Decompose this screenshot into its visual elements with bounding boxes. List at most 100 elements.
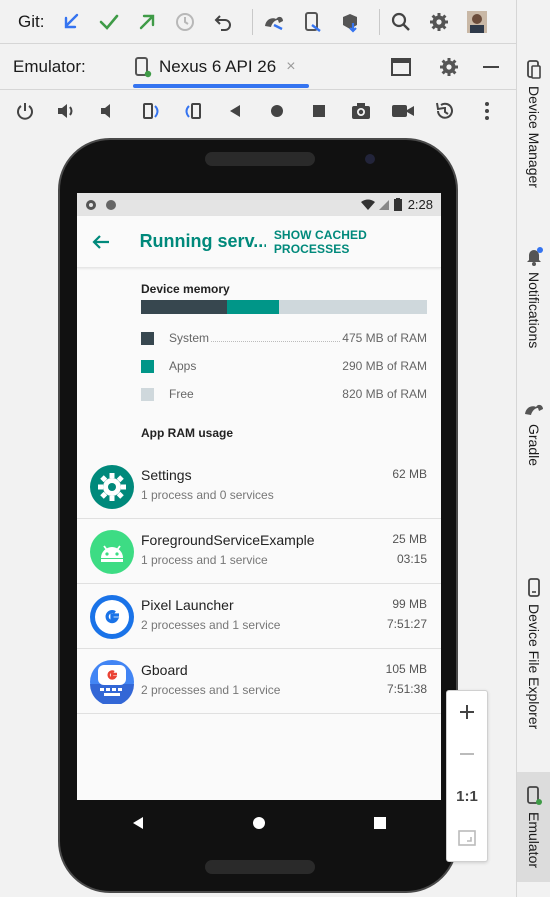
app-memory: 99 MB (392, 597, 427, 611)
legend-name: System (169, 331, 210, 345)
legend-row-system: System 475 MB of RAM (141, 324, 427, 352)
list-item-pixel-launcher[interactable]: Pixel Launcher 2 processes and 1 service… (77, 584, 441, 649)
app-processes: 2 processes and 1 service (141, 683, 281, 697)
right-tool-sidebar: Device Manager Notifications Gradle Devi… (516, 0, 550, 897)
legend-row-apps: Apps 290 MB of RAM (141, 352, 427, 380)
window-mode-icon[interactable] (386, 52, 416, 82)
device-memory-section: Device memory System 475 MB of RAM Apps … (77, 268, 441, 408)
legend-value: 820 MB of RAM (342, 387, 427, 401)
memory-bar (141, 300, 427, 314)
app-uptime: 03:15 (396, 552, 427, 566)
device-memory-title: Device memory (141, 282, 230, 296)
device-icon (135, 56, 152, 77)
zoom-in-icon[interactable] (447, 691, 487, 733)
settings-icon[interactable] (424, 7, 454, 37)
toolbar-divider (252, 8, 254, 35)
zoom-one-to-one-button[interactable]: 1:1 (447, 775, 487, 817)
overview-icon[interactable] (304, 96, 334, 126)
active-tab-indicator (133, 83, 309, 88)
gradle-icon (525, 404, 543, 415)
app-uptime: 7:51:38 (386, 682, 427, 696)
legend-value: 290 MB of RAM (342, 359, 427, 373)
snapshot-icon[interactable] (430, 96, 460, 126)
sidebar-item-notifications[interactable]: Notifications (517, 246, 550, 348)
close-icon[interactable]: × (286, 58, 295, 76)
gradle-sync-icon[interactable] (259, 7, 289, 37)
app-meta: 105 MB 7:51:38 (386, 662, 427, 696)
legend-row-free: Free 820 MB of RAM (141, 380, 427, 408)
sidebar-item-emulator[interactable]: Emulator (517, 772, 550, 882)
app-name: ForegroundServiceExample (141, 532, 315, 548)
minimize-icon[interactable] (476, 52, 506, 82)
battery-icon (393, 198, 402, 211)
nav-overview-icon[interactable] (373, 816, 387, 830)
rotate-right-icon[interactable] (178, 96, 208, 126)
more-icon[interactable] (472, 96, 502, 126)
record-screen-icon[interactable] (388, 96, 418, 126)
rollback-icon[interactable] (208, 7, 238, 37)
avatar[interactable] (462, 7, 492, 37)
legend-name: Free (169, 387, 194, 401)
history-icon[interactable] (170, 7, 200, 37)
app-memory: 25 MB (392, 532, 427, 546)
sidebar-label: Device Manager (526, 86, 542, 188)
page-title: Running serv... (139, 231, 266, 251)
sidebar-item-gradle[interactable]: Gradle (517, 400, 550, 466)
list-item-gboard[interactable]: Gboard 2 processes and 1 service 105 MB … (77, 649, 441, 714)
legend-value: 475 MB of RAM (342, 331, 427, 345)
sync-icon (106, 199, 116, 210)
phone-screen[interactable]: 2:28 Running serv... SHOW CACHED PROCESS… (77, 193, 441, 801)
volume-down-icon[interactable] (94, 96, 124, 126)
search-icon[interactable] (386, 7, 416, 37)
front-camera (365, 154, 375, 164)
show-cached-processes-button[interactable]: SHOW CACHED PROCESSES (274, 228, 441, 256)
zoom-fit-icon[interactable] (447, 817, 487, 859)
update-icon[interactable] (56, 7, 86, 37)
push-icon[interactable] (132, 7, 162, 37)
nav-home-icon[interactable] (252, 816, 266, 830)
device-manager-icon[interactable] (297, 7, 327, 37)
memory-bar-free (279, 300, 427, 314)
emulator-tab-row: Emulator: Nexus 6 API 26 × (0, 44, 516, 90)
sidebar-item-device-manager[interactable]: Device Manager (517, 60, 550, 188)
home-icon[interactable] (262, 96, 292, 126)
list-item-settings[interactable]: Settings 1 process and 0 services 62 MB (77, 454, 441, 519)
settings-icon[interactable] (434, 52, 464, 82)
back-arrow-icon[interactable] (77, 234, 126, 250)
commit-icon[interactable] (94, 7, 124, 37)
tab-nexus-6[interactable]: Nexus 6 API 26 × (113, 44, 309, 90)
app-meta: 62 MB (392, 467, 427, 487)
device-tab-label: Nexus 6 API 26 (159, 56, 277, 76)
app-memory: 105 MB (385, 662, 427, 676)
nav-back-icon[interactable] (131, 816, 145, 830)
status-time: 2:28 (407, 197, 433, 212)
speaker-bottom (205, 860, 315, 874)
emulator-controls (0, 91, 516, 131)
rotate-left-icon[interactable] (136, 96, 166, 126)
sidebar-label: Gradle (526, 424, 542, 467)
signal-icon (378, 199, 389, 210)
device-file-icon (528, 578, 540, 597)
sidebar-label: Emulator (526, 812, 542, 869)
app-uptime: 7:51:27 (386, 617, 427, 631)
main-toolbar: Git: (0, 0, 516, 44)
sidebar-item-device-file-explorer[interactable]: Device File Explorer (517, 578, 550, 729)
app-info: Settings 1 process and 0 services (141, 467, 274, 502)
google-app-icon (90, 595, 134, 639)
back-icon[interactable] (220, 96, 250, 126)
android-nav-bar (77, 800, 441, 846)
bell-icon (527, 247, 543, 266)
legend-dots (211, 334, 341, 342)
gboard-app-icon (90, 660, 134, 704)
toolbar-divider (379, 8, 381, 35)
app-processes: 2 processes and 1 service (141, 618, 281, 632)
list-item-foreground-service-example[interactable]: ForegroundServiceExample 1 process and 1… (77, 519, 441, 584)
app-meta: 99 MB 7:51:27 (387, 597, 427, 631)
sdk-manager-icon[interactable] (335, 7, 365, 37)
screenshot-icon[interactable] (346, 96, 376, 126)
power-icon[interactable] (10, 96, 40, 126)
legend-swatch (141, 359, 154, 373)
zoom-out-icon[interactable] (447, 733, 487, 775)
volume-up-icon[interactable] (52, 96, 82, 126)
app-info: Gboard 2 processes and 1 service (141, 662, 280, 697)
